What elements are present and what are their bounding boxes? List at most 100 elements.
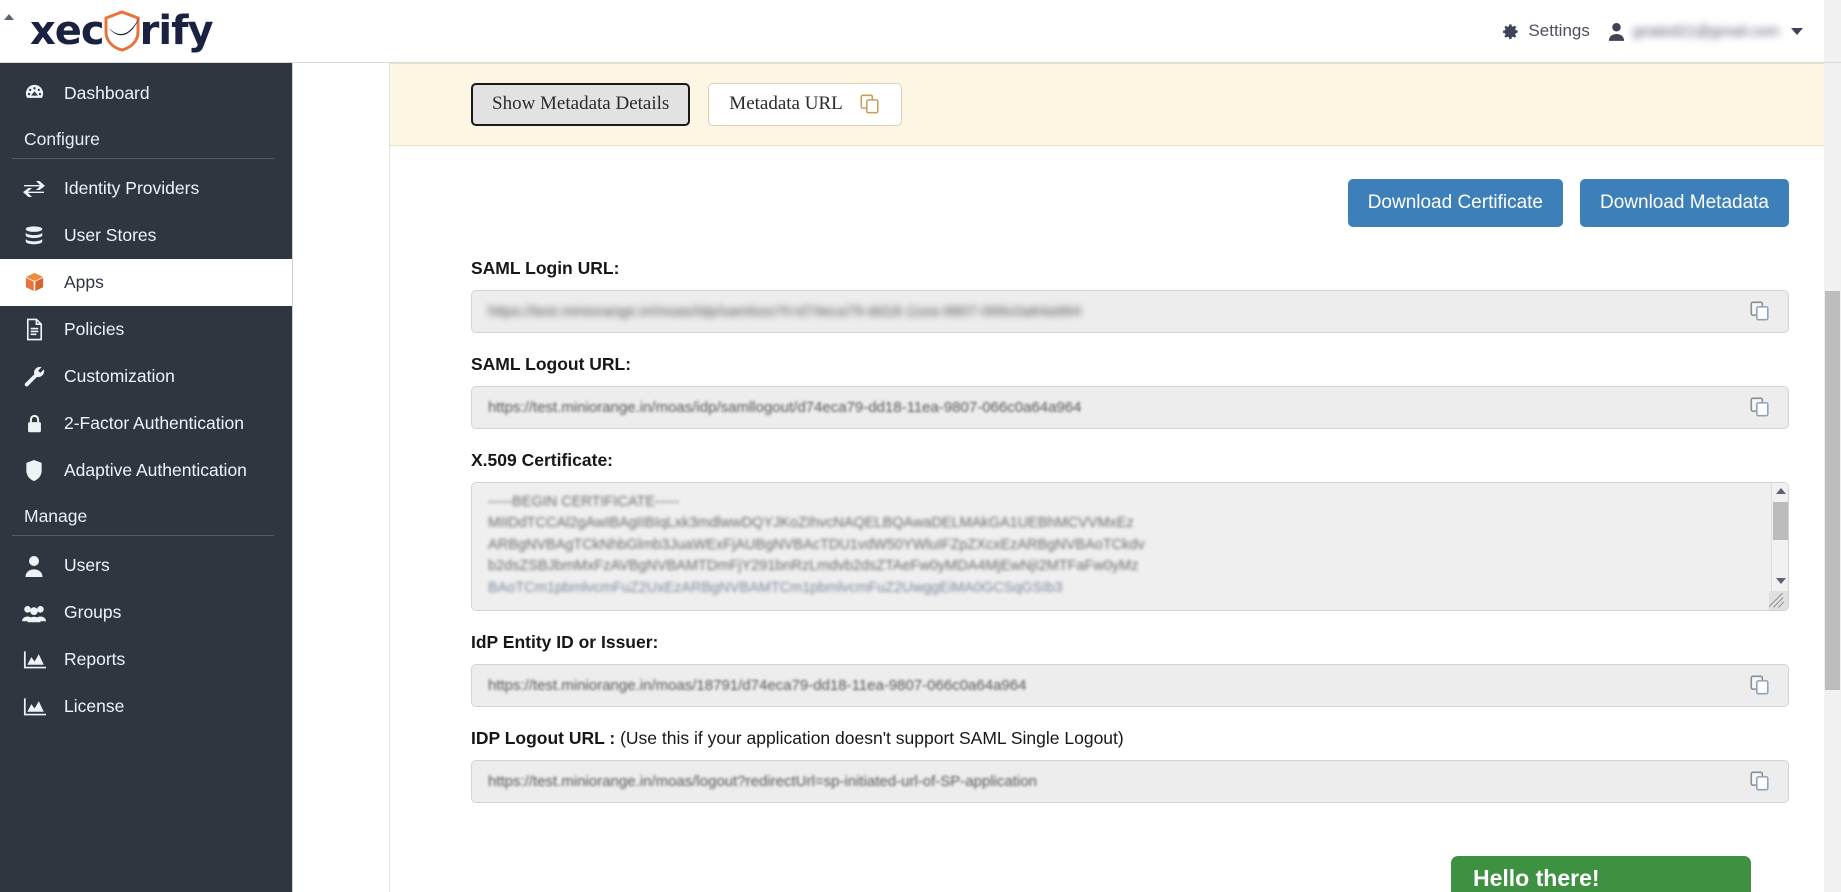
database-icon [22, 224, 46, 248]
download-metadata-button[interactable]: Download Metadata [1580, 179, 1789, 227]
idp-entity-id-input[interactable]: https://test.miniorange.in/moas/18791/d7… [471, 663, 1789, 707]
top-header-bar: xec rify Settings gnated21@gmail.com [0, 0, 1841, 63]
lock-icon [22, 412, 46, 436]
certificate-body-line: ARBgNVBAgTCkNhbGlmb3JuaWExFjAUBgNVBAcTDU… [488, 536, 1145, 553]
scroll-up-arrow-icon[interactable] [1772, 483, 1788, 500]
sidebar-item-label: Groups [64, 602, 122, 622]
application-window: xec rify Settings gnated21@gmail.com Das… [0, 0, 1841, 892]
sidebar-item-users[interactable]: Users [0, 542, 292, 589]
page-scrollbar[interactable] [1824, 63, 1841, 892]
certificate-body-line: BAoTCm1pbmlvcmFuZ2UxEzARBgNVBAMTCm1pbmlv… [488, 579, 1063, 596]
field-value: https://test.miniorange.in/moas/idp/saml… [488, 302, 1082, 320]
page-scrollbar-thumb[interactable] [1825, 291, 1840, 690]
sidebar-item-label: User Stores [64, 225, 157, 245]
sidebar-item-license[interactable]: License [0, 683, 292, 730]
wrench-icon [22, 365, 46, 389]
sidebar-item-label: Identity Providers [64, 178, 200, 198]
field-label: X.509 Certificate: [471, 449, 614, 470]
sidebar-section-manage: Manage [0, 494, 292, 535]
field-label: IDP Logout URL : (Use this if your appli… [471, 728, 1789, 749]
sidebar-item-label: Dashboard [64, 83, 150, 103]
copy-icon[interactable] [859, 93, 881, 115]
metadata-fields-list: SAML Login URL: https://test.miniorange.… [390, 227, 1841, 803]
field-value: https://test.miniorange.in/moas/18791/d7… [488, 676, 1027, 694]
metadata-toolbar: Show Metadata Details Metadata URL [390, 63, 1841, 146]
sidebar-item-label: 2-Factor Authentication [64, 413, 244, 433]
sidebar-item-groups[interactable]: Groups [0, 589, 292, 636]
brand-logo[interactable]: xec rify [0, 10, 214, 52]
chevron-down-icon[interactable] [1791, 27, 1803, 35]
gear-icon [1501, 22, 1520, 41]
settings-label: Settings [1528, 21, 1590, 40]
sidebar-item-label: Apps [64, 272, 104, 292]
copy-icon[interactable] [1730, 291, 1788, 332]
field-label: SAML Logout URL: [471, 353, 632, 374]
field-value: https://test.miniorange.in/moas/idp/saml… [488, 398, 1082, 416]
sidebar-item-apps[interactable]: Apps [0, 259, 292, 306]
sidebar-item-label: Users [64, 555, 110, 575]
field-label: IdP Entity ID or Issuer: [471, 631, 659, 652]
user-account-menu[interactable]: gnated21@gmail.com [1608, 22, 1803, 41]
scrollbar-header-cap [1824, 0, 1841, 63]
show-metadata-details-button[interactable]: Show Metadata Details [471, 83, 691, 126]
certificate-body-line: MIIDdTCCAl2gAwIBAgIIBIqLxk3mdlwwDQYJKoZI… [488, 515, 1134, 532]
scroll-down-arrow-icon[interactable] [1772, 573, 1788, 590]
copy-icon[interactable] [1730, 761, 1788, 802]
sidebar-item-label: Policies [64, 319, 125, 339]
shield-icon [22, 459, 46, 483]
field-saml-login-url: SAML Login URL: https://test.miniorange.… [471, 258, 1789, 333]
sidebar-item-policies[interactable]: Policies [0, 306, 292, 353]
copy-icon[interactable] [1730, 387, 1788, 428]
settings-button[interactable]: Settings [1501, 21, 1590, 41]
sidebar-item-customization[interactable]: Customization [0, 353, 292, 400]
field-idp-entity-id: IdP Entity ID or Issuer: https://test.mi… [471, 632, 1789, 707]
user-email-label: gnated21@gmail.com [1632, 22, 1779, 40]
field-x509-certificate: X.509 Certificate: -----BEGIN CERTIFICAT… [471, 450, 1789, 611]
sidebar-item-user-stores[interactable]: User Stores [0, 212, 292, 259]
chart-icon [22, 695, 46, 719]
shield-logo-icon [102, 10, 142, 52]
sidebar-item-adaptive-authentication[interactable]: Adaptive Authentication [0, 447, 292, 494]
download-certificate-button[interactable]: Download Certificate [1347, 179, 1563, 227]
field-label-main: IDP Logout URL : [471, 727, 616, 748]
field-saml-logout-url: SAML Logout URL: https://test.miniorange… [471, 354, 1789, 429]
sidebar-section-label: Manage [24, 506, 88, 526]
sidebar-section-label: Configure [24, 129, 100, 149]
sidebar-item-2fa[interactable]: 2-Factor Authentication [0, 400, 292, 447]
sidebar-item-reports[interactable]: Reports [0, 636, 292, 683]
saml-idp-metadata-panel: Show Metadata Details Metadata URL Downl… [390, 63, 1841, 824]
field-label: SAML Login URL: [471, 257, 620, 278]
copy-icon[interactable] [1730, 665, 1788, 706]
exchange-icon [22, 177, 46, 201]
field-value: https://test.miniorange.in/moas/logout?r… [488, 772, 1038, 790]
textarea-resize-handle[interactable] [1769, 590, 1788, 610]
saml-login-url-input[interactable]: https://test.miniorange.in/moas/idp/saml… [471, 289, 1789, 333]
x509-certificate-textarea[interactable]: -----BEGIN CERTIFICATE----- MIIDdTCCAl2g… [471, 481, 1789, 611]
field-idp-logout-url: IDP Logout URL : (Use this if your appli… [471, 728, 1789, 803]
saml-logout-url-input[interactable]: https://test.miniorange.in/moas/idp/saml… [471, 385, 1789, 429]
certificate-text: -----BEGIN CERTIFICATE----- MIIDdTCCAl2g… [472, 483, 1788, 609]
content-left-rail [293, 63, 390, 892]
sidebar-divider [12, 158, 274, 159]
header-right-group: Settings gnated21@gmail.com [1501, 21, 1841, 41]
metadata-url-button[interactable]: Metadata URL [708, 83, 902, 126]
sidebar-item-dashboard[interactable]: Dashboard [0, 70, 292, 117]
user-icon [22, 554, 46, 578]
sidebar-item-identity-providers[interactable]: Identity Providers [0, 165, 292, 212]
idp-logout-url-input[interactable]: https://test.miniorange.in/moas/logout?r… [471, 759, 1789, 803]
users-icon [22, 601, 46, 625]
sidebar-section-configure: Configure [0, 117, 292, 158]
scroll-up-arrow-icon[interactable] [0, 8, 17, 26]
chat-widget[interactable]: Hello there! [1451, 856, 1751, 892]
sidebar-item-label: Adaptive Authentication [64, 460, 247, 480]
download-buttons-row: Download Certificate Download Metadata [390, 146, 1841, 227]
document-icon [22, 318, 46, 342]
sidebar-navigation: Dashboard Configure Identity Providers U… [0, 63, 293, 892]
box-icon [22, 271, 46, 295]
dashboard-icon [22, 82, 46, 106]
scrollbar-thumb[interactable] [1773, 501, 1788, 540]
avatar-icon [1608, 22, 1625, 41]
sidebar-item-label: License [64, 696, 125, 716]
main-content-area: Show Metadata Details Metadata URL Downl… [293, 63, 1841, 892]
sidebar-divider [12, 535, 274, 536]
